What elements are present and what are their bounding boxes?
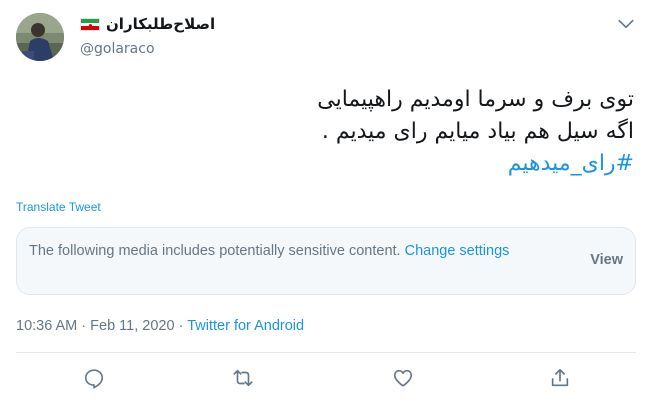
sensitive-message: The following media includes potentially… [29,243,401,259]
view-media-button[interactable]: View [590,252,623,268]
tweet-meta: 10:36 AM · Feb 11, 2020 · Twitter for An… [16,318,304,334]
tweet-date[interactable]: Feb 11, 2020 [90,318,174,334]
more-options-button[interactable] [616,14,636,34]
reply-button[interactable] [83,367,107,391]
share-icon [551,368,569,387]
chevron-down-icon [618,19,634,29]
retweet-button[interactable] [232,367,256,391]
iran-flag-icon [80,18,100,31]
meta-separator: · [178,318,184,334]
sensitive-media-notice: The following media includes potentially… [16,227,636,295]
author-display-name[interactable]: اصلاح‌طلبکاران [106,15,215,33]
tweet-line-1: توی برف و سرما اومدیم راهپیمایی [317,87,634,112]
tweet-text: توی برف و سرما اومدیم راهپیمایی اگه سیل … [24,84,634,180]
divider [16,352,636,353]
meta-separator: · [81,318,87,334]
tweet-source-link[interactable]: Twitter for Android [187,318,304,334]
avatar-image [16,13,64,61]
hashtag-link[interactable]: #رای_میدهیم [24,148,634,180]
author-handle[interactable]: @golaraco [80,41,155,57]
like-button[interactable] [392,367,416,391]
tweet-line-2: اگه سیل هم بیاد میایم رای میدیم . [321,119,634,144]
sensitive-notice-text: The following media includes potentially… [29,240,529,262]
avatar[interactable] [16,13,64,61]
reply-icon [84,369,104,389]
change-settings-link[interactable]: Change settings [405,243,510,259]
tweet-time[interactable]: 10:36 AM [16,318,77,334]
like-icon [393,369,413,387]
retweet-icon [233,369,253,387]
translate-tweet-link[interactable]: Translate Tweet [16,200,101,214]
share-button[interactable] [549,367,573,391]
